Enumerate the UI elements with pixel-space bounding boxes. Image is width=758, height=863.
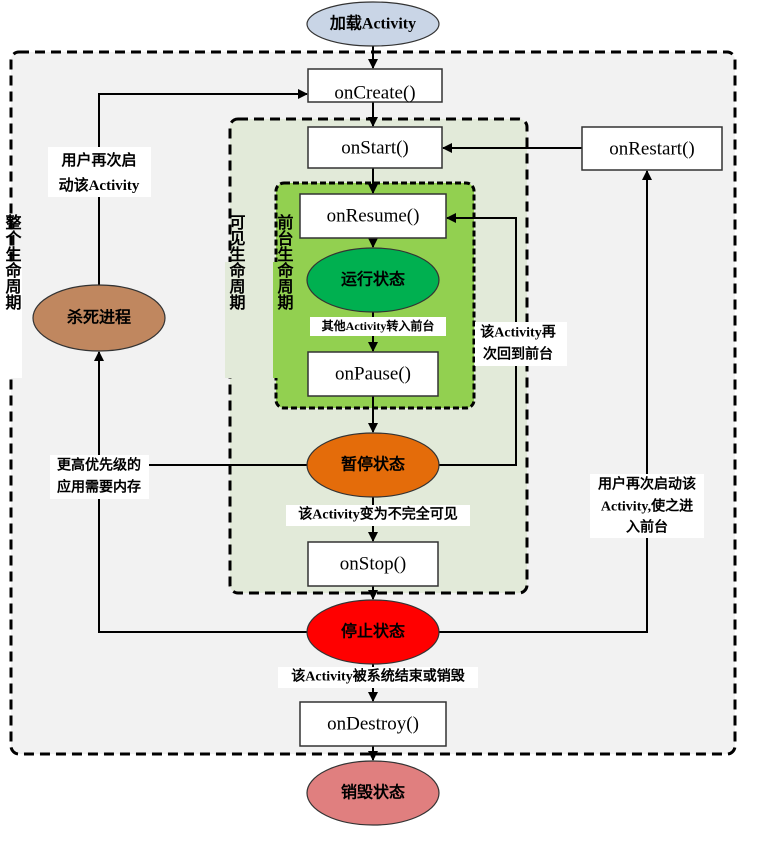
- stopped-state-label: 停止状态: [341, 622, 405, 641]
- on-start-label: onStart(): [341, 138, 409, 159]
- other-activity-front-label: 其他Activity转入前台: [322, 318, 435, 333]
- user-restart-label-2: 动该Activity: [59, 176, 140, 194]
- on-restart-label: onRestart(): [609, 139, 694, 160]
- partially-visible-label: 该Activity变为不完全可见: [298, 506, 457, 523]
- on-resume-label: onResume(): [327, 206, 420, 227]
- paused-state-label: 暂停状态: [341, 455, 405, 474]
- back-front-label-2: 次回到前台: [483, 346, 553, 363]
- restart-front-label-3: 入前台: [626, 519, 668, 536]
- restart-front-label-1: 用户再次启动该: [598, 476, 696, 493]
- on-create-label: onCreate(): [334, 83, 415, 104]
- destroyed-by-system-label: 该Activity被系统结束或销毁: [291, 668, 465, 685]
- user-restart-label-1: 用户再次启: [61, 151, 136, 169]
- on-pause-label: onPause(): [335, 364, 411, 385]
- back-front-label-1: 该Activity再: [480, 324, 555, 341]
- on-stop-label: onStop(): [340, 554, 407, 575]
- restart-front-label-2: Activity,使之进: [601, 498, 693, 515]
- on-destroy-label: onDestroy(): [327, 714, 419, 735]
- memory-label-1: 更高优先级的: [57, 457, 141, 474]
- kill-process-label: 杀死进程: [67, 308, 131, 327]
- destroyed-state-label: 销毁状态: [341, 783, 405, 802]
- activity-lifecycle-diagram: 加载Activity onCreate() onStart() onRestar…: [2, 1, 737, 826]
- memory-label-2: 应用需要内存: [57, 479, 141, 496]
- load-activity-label: 加载Activity: [329, 15, 416, 33]
- running-state-label: 运行状态: [341, 270, 405, 289]
